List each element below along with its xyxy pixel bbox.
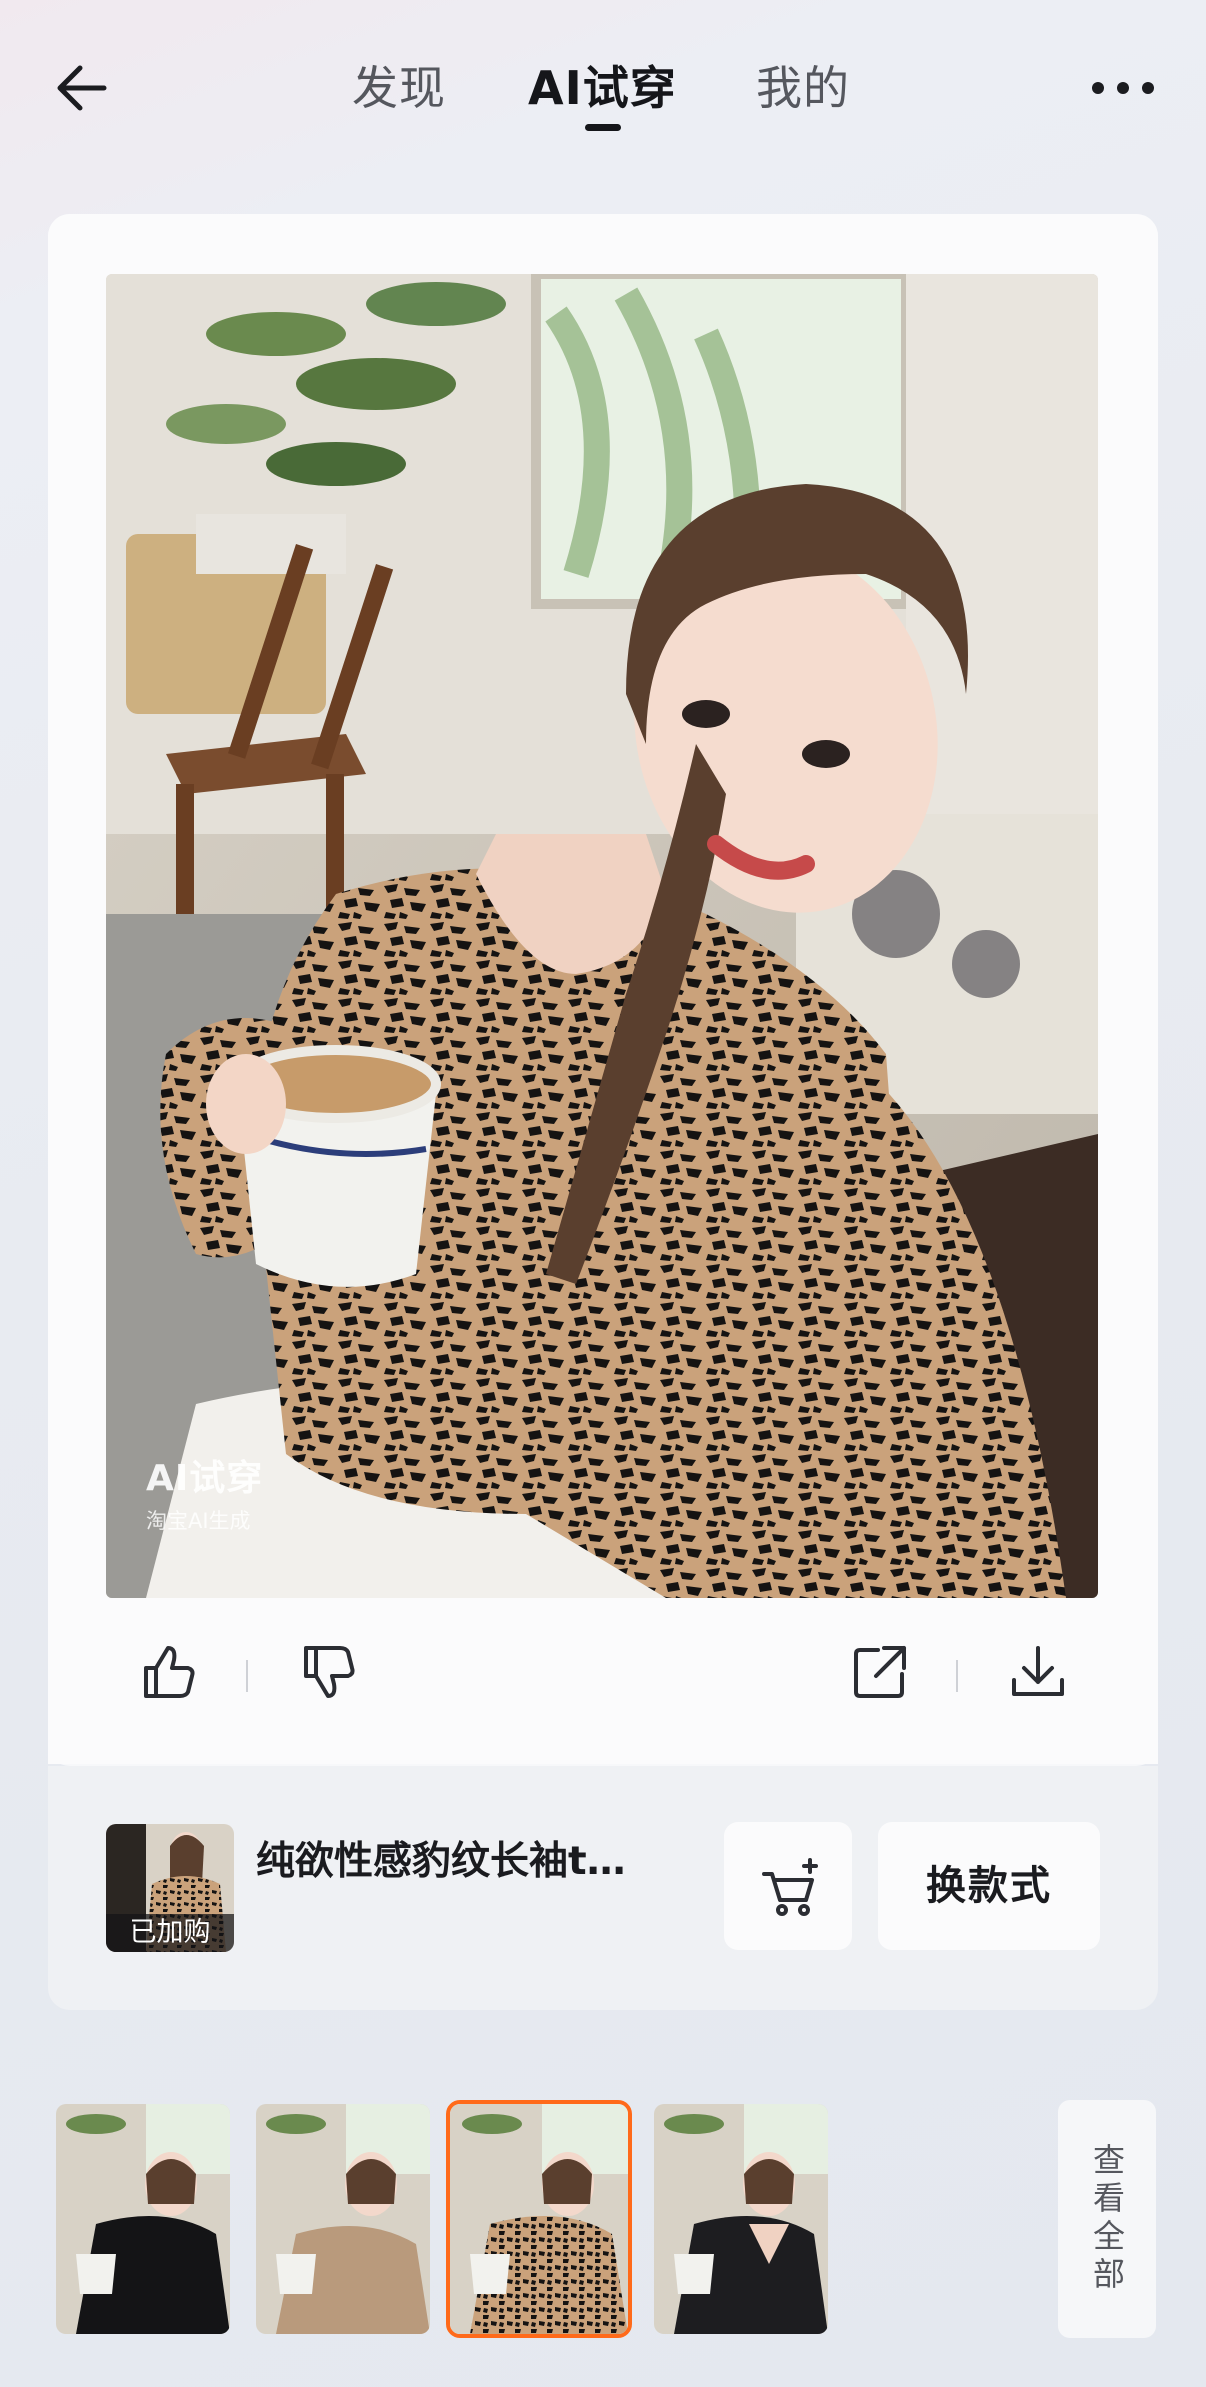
outfit-thumbnails: 查看全部 <box>0 2100 1206 2340</box>
divider <box>246 1660 248 1692</box>
added-to-cart-badge: 已加购 <box>106 1914 234 1952</box>
change-style-button[interactable]: 换款式 <box>878 1822 1100 1950</box>
tab-mine[interactable]: 我的 <box>756 52 850 118</box>
product-title[interactable]: 纯欲性感豹纹长袖t… <box>256 1830 676 1886</box>
tryon-result-image[interactable]: AI试穿 淘宝AI生成 <box>106 274 1098 1598</box>
product-thumbnail[interactable]: 已加购 <box>106 1824 234 1952</box>
view-all-button[interactable]: 查看全部 <box>1058 2100 1156 2338</box>
feedback-actions <box>48 1634 1158 1724</box>
ai-watermark: AI试穿 淘宝AI生成 <box>146 1449 263 1535</box>
divider <box>956 1660 958 1692</box>
outfit-thumbnail[interactable] <box>56 2104 230 2334</box>
tab-discover[interactable]: 发现 <box>352 52 446 118</box>
outfit-thumbnail-selected[interactable] <box>446 2100 632 2338</box>
add-to-cart-icon <box>762 1858 818 1916</box>
active-tab-indicator <box>585 124 621 131</box>
add-to-cart-button[interactable] <box>724 1822 852 1950</box>
outfit-thumbnail[interactable] <box>654 2104 828 2334</box>
thumbs-up-icon[interactable] <box>136 1640 200 1704</box>
share-icon[interactable] <box>848 1640 912 1704</box>
watermark-subtitle: 淘宝AI生成 <box>146 1509 251 1533</box>
outfit-thumbnail[interactable] <box>256 2104 430 2334</box>
watermark-title: AI试穿 <box>146 1458 264 1499</box>
top-nav: 发现 AI试穿 我的 <box>0 0 1206 180</box>
more-dots-icon[interactable] <box>1092 78 1154 98</box>
product-bar: 已加购 纯欲性感豹纹长袖t… 换款式 <box>48 1766 1158 2010</box>
thumbs-down-icon[interactable] <box>296 1640 360 1704</box>
tab-ai-tryon[interactable]: AI试穿 <box>528 52 677 118</box>
tryon-result-card: AI试穿 淘宝AI生成 <box>48 214 1158 1766</box>
download-icon[interactable] <box>1006 1640 1070 1704</box>
result-panel: AI试穿 淘宝AI生成 <box>48 214 1158 1764</box>
